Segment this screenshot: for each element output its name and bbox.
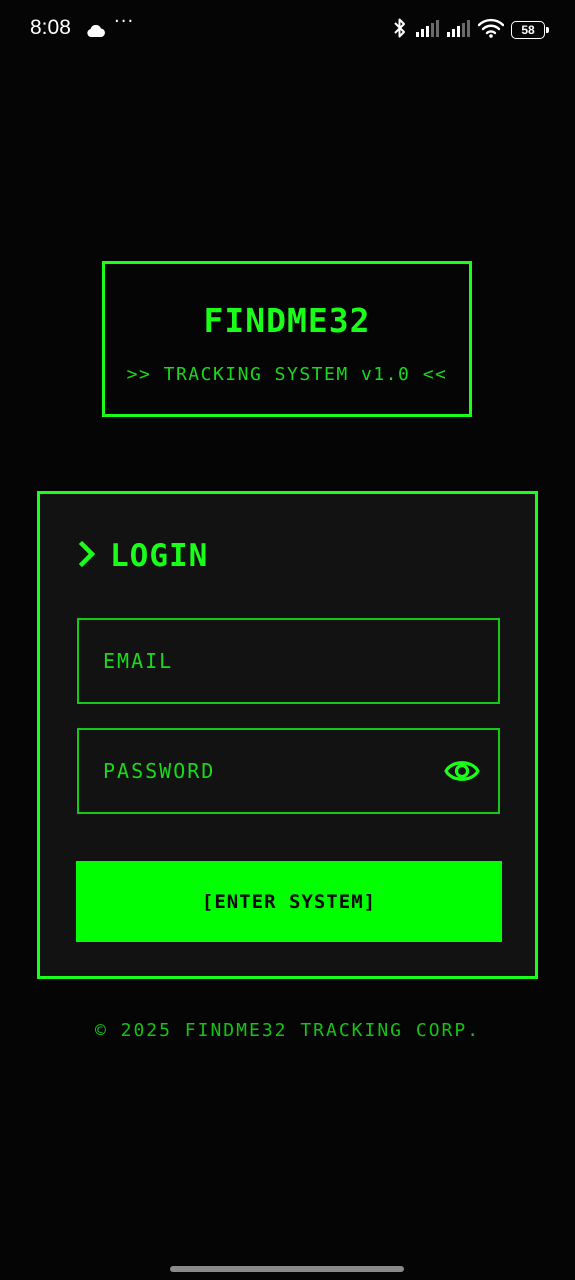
- signal-icon: [416, 19, 440, 41]
- enter-system-button[interactable]: [ENTER SYSTEM]: [76, 861, 502, 942]
- app-header: FINDME32 >> TRACKING SYSTEM v1.0 <<: [102, 261, 472, 417]
- bluetooth-icon: [391, 17, 409, 43]
- battery-icon: 58: [511, 21, 549, 39]
- chevron-right-icon: [78, 540, 96, 572]
- more-notifications-icon: ···: [114, 11, 135, 32]
- login-card: LOGIN [ENTER SYSTEM]: [37, 491, 538, 979]
- signal-icon: [447, 19, 471, 41]
- app-subtitle: >> TRACKING SYSTEM v1.0 <<: [126, 364, 448, 385]
- status-bar: 8:08 ··· 58: [0, 0, 575, 58]
- status-time: 8:08: [30, 16, 71, 39]
- login-title: LOGIN: [110, 538, 209, 574]
- login-heading: LOGIN: [78, 538, 208, 574]
- email-field[interactable]: [79, 620, 498, 702]
- status-icons: 58: [391, 17, 549, 43]
- password-field-container: [77, 728, 500, 814]
- eye-icon[interactable]: [444, 756, 480, 786]
- email-field-container: [77, 618, 500, 704]
- cloud-icon: [86, 22, 106, 41]
- app-title: FINDME32: [203, 301, 371, 340]
- copyright-footer: © 2025 FINDME32 TRACKING CORP.: [94, 1020, 481, 1041]
- wifi-icon: [477, 18, 505, 42]
- password-field[interactable]: [79, 730, 498, 812]
- home-indicator[interactable]: [170, 1266, 404, 1272]
